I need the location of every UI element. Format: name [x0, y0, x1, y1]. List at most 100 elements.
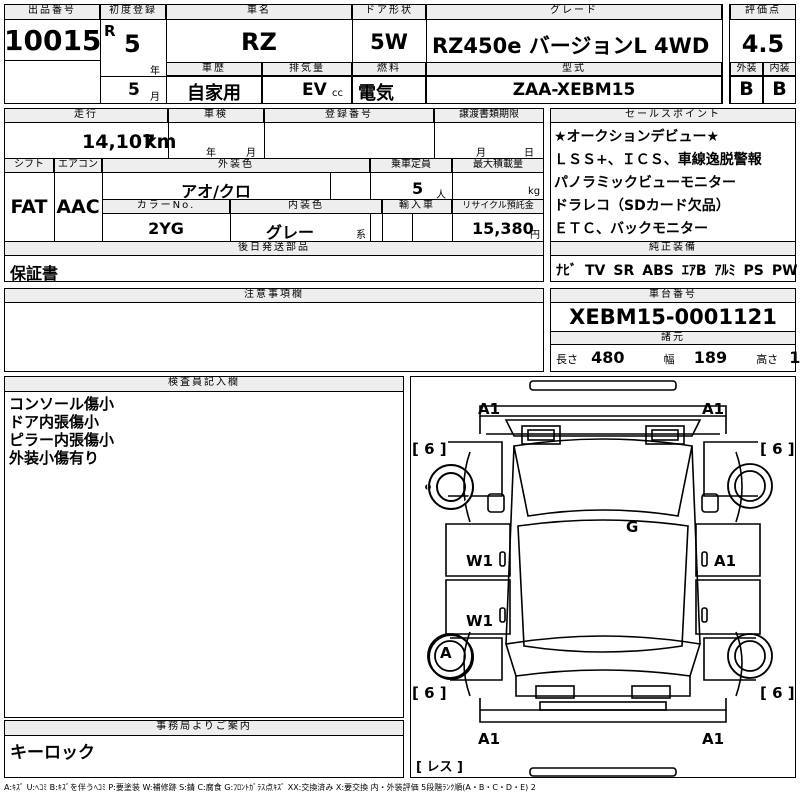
reg-era: R	[104, 22, 116, 40]
int-color: グレー	[265, 223, 314, 242]
inspection-header: 車検	[168, 108, 264, 123]
width-label: 幅	[663, 353, 675, 366]
col-divider	[168, 108, 169, 158]
score-header: 評価点	[730, 4, 796, 20]
mark-tire-fl: [ 6 ]	[412, 440, 447, 458]
height-label: 高さ	[756, 353, 779, 366]
shift-header: シフト	[4, 158, 54, 173]
mark-roof: G	[626, 518, 639, 536]
width: 189	[693, 348, 728, 367]
car-name: RZ	[241, 28, 277, 56]
history-header: 車歴	[166, 62, 262, 76]
ext-color-header: 外装色	[102, 158, 370, 173]
grade-header: グレード	[426, 4, 722, 20]
grade: RZ450e バージョンL 4WD	[432, 34, 710, 58]
mark-tire-fr: [ 6 ]	[760, 440, 795, 458]
color-no-header: カラーNo.	[102, 199, 230, 214]
chassis-no: XEBM15-0001121	[569, 305, 777, 329]
recycle-header: リサイクル預託金	[452, 199, 544, 214]
reg-month-unit: 月	[150, 92, 160, 103]
displacement-header: 排気量	[262, 62, 352, 76]
interior-header: 内装	[763, 62, 796, 76]
car-diagram	[425, 380, 773, 777]
import-header: 輸入車	[382, 199, 452, 214]
reg-month: 5	[128, 80, 140, 100]
transfer-month-unit: 月	[476, 148, 486, 159]
sales-point: ＥＴＣ、バックモニター	[554, 221, 708, 237]
first-reg-header: 初度登録	[100, 4, 166, 20]
mileage-header: 走行	[4, 108, 168, 123]
mark-front-right: A1	[702, 400, 725, 418]
length-label: 長さ	[556, 353, 578, 366]
col-divider	[434, 108, 435, 158]
sales-point: ★オークションデビュー★	[554, 129, 720, 145]
mark-rear-right: A1	[702, 730, 725, 748]
sales-points-list: ★オークションデビュー★ ＬＳＳ+、ＩＣＳ、車線逸脱警報 パノラミックビューモニ…	[554, 126, 762, 241]
inspector-header: 検査員記入欄	[4, 376, 404, 392]
model-code-header: 型式	[426, 62, 722, 76]
specs-row: 長さ 480 幅 189 高さ 163	[556, 348, 800, 367]
cautions-header: 注意事項欄	[4, 288, 544, 303]
max-load-unit: kg	[528, 186, 541, 197]
equipment-ps: PS	[743, 263, 764, 279]
max-load-header: 最大積載量	[452, 158, 544, 173]
reg-divider	[100, 76, 166, 77]
later-parts: 保証書	[10, 264, 59, 283]
col-divider	[100, 4, 101, 104]
transfer-day-unit: 日	[524, 148, 534, 159]
recycle-unit: 円	[530, 230, 540, 241]
sales-point: ドラレコ（SDカード欠品）	[554, 198, 730, 214]
col-divider	[426, 4, 427, 62]
score: 4.5	[741, 30, 785, 58]
int-color-unit: 系	[356, 230, 366, 241]
aircon: AAC	[56, 196, 100, 218]
door-type: 5W	[370, 30, 408, 54]
interior-grade: B	[772, 78, 787, 100]
col-divider	[382, 199, 383, 241]
mark-rear-left: A1	[478, 730, 501, 748]
exterior-header: 外装	[730, 62, 763, 76]
mark-tire-rl: [ 6 ]	[412, 684, 447, 702]
capacity-header: 乗車定員	[370, 158, 452, 173]
displacement: EV	[302, 80, 327, 100]
inspection-month-unit: 月	[246, 148, 256, 159]
equipment-alloy: ｱﾙﾐ	[714, 263, 736, 279]
office-header: 事務局よりご案内	[4, 720, 404, 736]
length: 480	[591, 348, 625, 367]
mileage-unit: km	[144, 131, 177, 153]
equipment-abs: ABS	[642, 263, 674, 279]
col-divider	[722, 4, 730, 104]
equipment-navi: ﾅﾋﾞ	[556, 263, 577, 279]
equipment-pw: PW	[771, 263, 798, 279]
mark-front-left: A1	[478, 400, 501, 418]
col-divider	[54, 158, 55, 241]
lot-no-header: 出品番号	[4, 4, 100, 20]
tire-front-left-inner-icon	[436, 472, 466, 502]
inspector-note: ピラー内張傷小	[9, 431, 115, 449]
history: 自家用	[187, 83, 241, 104]
inspection-year-unit: 年	[206, 148, 216, 159]
model-code: ZAA-XEBM15	[512, 80, 636, 100]
inspector-note: コンソール傷小	[9, 395, 115, 413]
equipment-airbag: ｴｱB	[681, 263, 707, 279]
shift: FAT	[10, 196, 48, 218]
capacity: 5	[412, 179, 424, 198]
lot-no: 10015	[4, 24, 102, 57]
later-parts-header: 後日発送部品	[4, 241, 544, 256]
col-divider	[412, 214, 413, 241]
exterior-grade: B	[739, 78, 754, 100]
inspector-note: ドア内張傷小	[9, 413, 100, 431]
col-divider	[352, 4, 353, 62]
sales-points-header: セールスポイント	[550, 108, 796, 123]
specs-header: 諸元	[550, 331, 796, 345]
mark-door-rl: W1	[466, 612, 493, 630]
mark-door-fr: A1	[714, 552, 737, 570]
door-type-header: ドア形状	[352, 4, 426, 20]
displacement-unit: cc	[332, 88, 343, 99]
fuel: 電気	[358, 83, 394, 104]
mark-spare: [ レス ]	[416, 760, 463, 775]
tire-rear-left-icon	[428, 634, 474, 680]
car-name-header: 車名	[166, 4, 352, 20]
col-divider	[166, 4, 167, 104]
sales-point: ＬＳＳ+、ＩＣＳ、車線逸脱警報	[554, 152, 762, 168]
